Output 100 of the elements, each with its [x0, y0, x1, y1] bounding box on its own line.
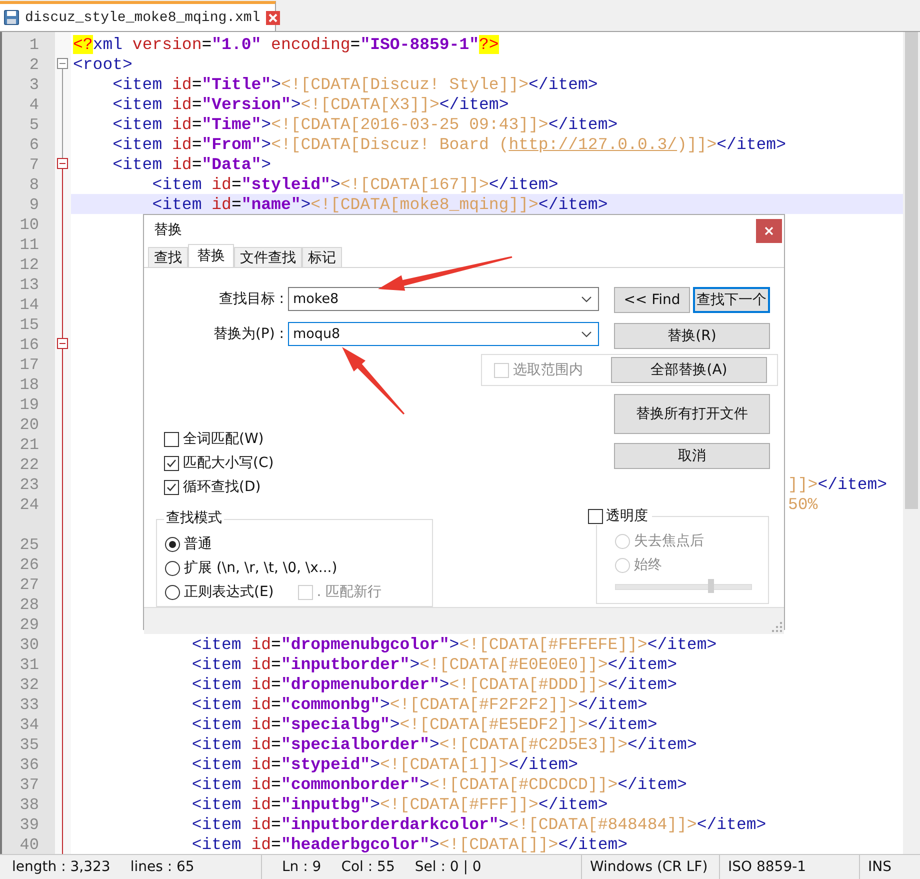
combo-field[interactable]: moqu8 — [288, 322, 599, 346]
combo-field[interactable]: moke8 — [288, 287, 599, 311]
radio-label: 扩展 (\n, \r, \t, \0, \x...) — [184, 559, 338, 577]
line-number: 2 — [29, 55, 40, 75]
code-line: <item id="commonborder"><![CDATA[#CDCDCD]]></item> — [190, 775, 687, 794]
line-number: 14 — [20, 295, 40, 315]
close-button[interactable] — [756, 219, 782, 243]
line-number: 15 — [20, 315, 40, 335]
radio-button[interactable] — [165, 584, 180, 600]
status-text: Col : 55 — [341, 859, 395, 875]
line-number: 30 — [20, 635, 40, 655]
close-icon[interactable] — [266, 10, 280, 24]
radio-label: 正则表达式(E) — [184, 583, 274, 601]
code-line: <item id="dropmenuborder"><![CDATA[#DDD]]></item> — [190, 675, 678, 694]
checkbox[interactable] — [164, 480, 179, 494]
line-number: 18 — [20, 375, 40, 395]
code-line: <item id="specialbg"><![CDATA[#E5EDF2]]></item> — [190, 715, 658, 734]
line-number: 27 — [20, 575, 40, 595]
replace-all-files-button[interactable]: 替换所有打开文件 — [614, 394, 770, 434]
line-number: 22 — [20, 455, 40, 475]
line-number: 16 — [20, 335, 40, 355]
dialog-title: 替换 — [154, 221, 182, 239]
tab-title: discuz_style_moke8_mqing.xml — [25, 10, 260, 26]
code-line: <item id="styleid"><![CDATA[167]]></item> — [151, 175, 558, 194]
checkbox[interactable] — [164, 432, 179, 446]
fold-icon[interactable] — [57, 338, 68, 349]
line-number: 24 — [20, 495, 40, 515]
dialog-tab[interactable]: 标记 — [302, 247, 342, 267]
line-number: 38 — [20, 795, 40, 815]
checkbox-label: 循环查找(D) — [183, 478, 261, 496]
replace-button[interactable]: 替换(R) — [614, 323, 770, 349]
code-line: <root> — [73, 55, 132, 74]
line-number: 19 — [20, 395, 40, 415]
line-number: 37 — [20, 775, 40, 795]
checkbox[interactable] — [164, 456, 179, 470]
code-line: <item id="name"><![CDATA[moke8_mqing]]></item> — [151, 195, 608, 214]
radio-label: 始终 — [634, 556, 662, 574]
code-line: <item id="dropmenubgcolor"><![CDATA[#FEFEFE]]></item> — [190, 635, 717, 654]
status-text: length : 3,323 — [12, 859, 110, 875]
code-line: <item id="inputbg"><![CDATA[#FFF]]></item> — [190, 795, 608, 814]
status-text: INS — [868, 859, 892, 875]
line-number: 21 — [20, 435, 40, 455]
replace-all-button[interactable]: 全部替换(A) — [611, 357, 767, 383]
line-number: 9 — [29, 195, 40, 215]
line-number: 39 — [20, 815, 40, 835]
line-number: 29 — [20, 615, 40, 635]
close-icon — [764, 226, 774, 236]
radio-label: 普通 — [184, 535, 212, 553]
annotation-arrow — [342, 347, 405, 415]
chevron-icon — [581, 330, 592, 338]
line-number: 13 — [20, 275, 40, 295]
code-line: ]]></item> — [788, 475, 888, 495]
line-number: 6 — [29, 135, 40, 155]
radio-button[interactable] — [165, 536, 180, 552]
code-line: <item id="Version"><![CDATA[X3]]></item> — [112, 95, 509, 114]
line-number: 40 — [20, 835, 40, 855]
transparency-slider[interactable] — [615, 579, 752, 593]
scrollbar-thumb[interactable] — [905, 32, 918, 509]
save-icon — [4, 10, 19, 25]
code-line: <item id="Title"><![CDATA[Discuz! Style]]></item> — [112, 75, 598, 94]
code-line: <item id="Data"> — [112, 155, 272, 174]
code-line: <item id="headerbgcolor"><![CDATA[]]></item> — [190, 835, 628, 854]
line-number: 25 — [20, 535, 40, 555]
line-number: 4 — [29, 95, 40, 115]
find-button[interactable]: 查找下一个 — [693, 287, 770, 313]
status-text: Windows (CR LF) — [590, 859, 708, 875]
checkbox-label: 选取范围内 — [513, 361, 584, 379]
dialog-tab[interactable]: 替换 — [188, 244, 234, 267]
code-line: <item id="inputborder"><![CDATA[#E0E0E0]]></item> — [190, 655, 678, 674]
line-number: 36 — [20, 755, 40, 775]
dialog-tab[interactable]: 文件查找 — [234, 247, 302, 267]
field-label: 查找目标 : — [218, 290, 285, 308]
line-number: 35 — [20, 735, 40, 755]
line-number: 3 — [29, 75, 40, 95]
line-number: 28 — [20, 595, 40, 615]
group-title: 查找模式 — [164, 509, 224, 527]
checkbox[interactable] — [588, 508, 603, 524]
chevron-icon — [581, 296, 592, 302]
field-label: 替换为(P) : — [212, 325, 285, 343]
line-number: 10 — [20, 215, 40, 235]
resize-grip-icon[interactable] — [772, 622, 782, 632]
code-line: <?xml version="1.0" encoding="ISO-8859-1"?> — [73, 35, 499, 54]
line-number: 34 — [20, 715, 40, 735]
line-number: 31 — [20, 655, 40, 675]
line-number: 33 — [20, 695, 40, 715]
checkbox-label: 全词匹配(W) — [183, 430, 264, 448]
find-button[interactable]: << Find — [614, 287, 690, 313]
line-number: 17 — [20, 355, 40, 375]
code-line: <item id="Time"><![CDATA[2016-03-25 09:43]]></item> — [112, 115, 618, 134]
code-line: <item id="specialborder"><![CDATA[#C2D5E3]]></item> — [190, 735, 697, 754]
code-line: <item id="commonbg"><![CDATA[#F2F2F2]]></item> — [190, 695, 648, 714]
scrollbar[interactable] — [903, 32, 920, 854]
checkmark-icon — [166, 458, 177, 468]
fold-icon[interactable] — [57, 158, 68, 169]
cancel-button[interactable]: 取消 — [614, 443, 770, 469]
slider-thumb[interactable] — [708, 579, 714, 593]
fold-icon[interactable] — [57, 58, 68, 69]
dialog-tab[interactable]: 查找 — [148, 247, 188, 267]
line-number: 8 — [29, 175, 40, 195]
radio-button[interactable] — [165, 560, 180, 576]
